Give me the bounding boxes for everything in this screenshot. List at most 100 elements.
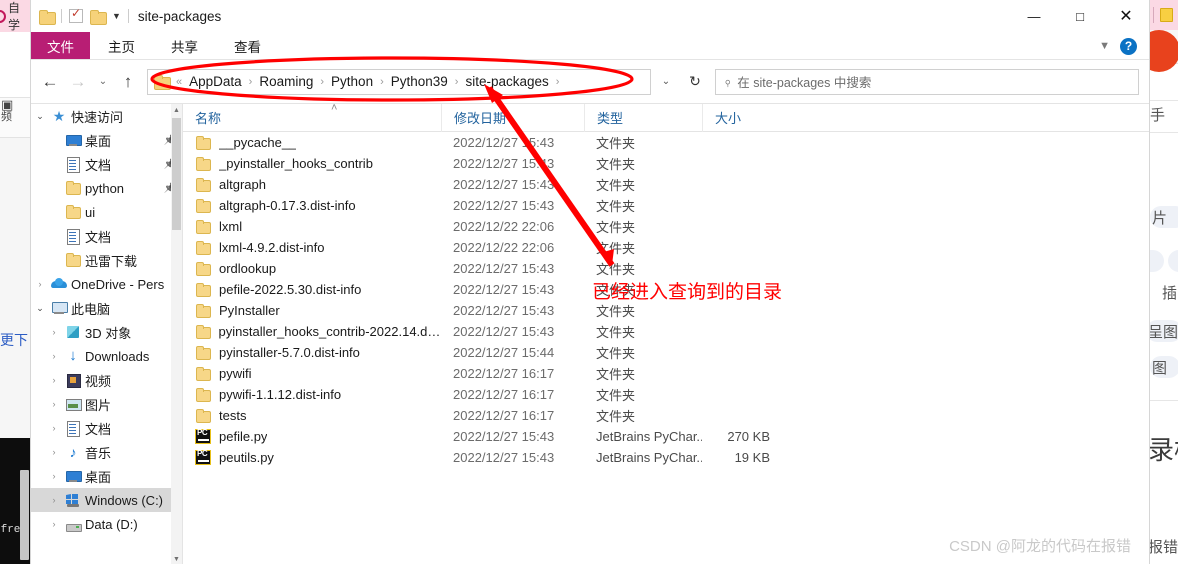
sidebar-item-4[interactable]: ui — [31, 200, 182, 224]
maximize-button[interactable]: □ — [1057, 0, 1103, 32]
chevron-right-icon[interactable]: › — [45, 447, 63, 457]
table-row[interactable]: lxml 2022/12/22 22:06 文件夹 — [183, 216, 1149, 237]
sidebar-item-5[interactable]: 文档 — [31, 224, 182, 248]
file-name-cell[interactable]: pyinstaller_hooks_contrib-2022.14.dis... — [183, 324, 441, 340]
file-name-cell[interactable]: lxml — [183, 219, 441, 235]
chevron-right-icon[interactable]: › — [45, 471, 63, 481]
tab-view[interactable]: 查看 — [216, 32, 279, 59]
chevron-right-icon[interactable]: › — [45, 375, 63, 385]
navpane-scrollbar-thumb[interactable] — [172, 118, 181, 230]
breadcrumb-roaming[interactable]: Roaming — [259, 74, 313, 89]
file-name-cell[interactable]: pefile.py — [183, 429, 441, 444]
tab-share[interactable]: 共享 — [153, 32, 216, 59]
minimize-button[interactable]: — — [1011, 0, 1057, 32]
forward-button[interactable]: → — [65, 69, 91, 95]
bg-left-scrollbar-thumb[interactable] — [20, 470, 29, 560]
chevron-down-icon[interactable]: ▼ — [112, 11, 121, 21]
table-row[interactable]: pywifi 2022/12/27 16:17 文件夹 — [183, 363, 1149, 384]
chevron-right-icon[interactable]: › — [31, 279, 49, 289]
chevron-right-icon[interactable]: › — [45, 423, 63, 433]
close-button[interactable]: ✕ — [1103, 0, 1149, 32]
bg-right-item-3[interactable]: 呈图 — [1148, 321, 1178, 342]
table-row[interactable]: peutils.py 2022/12/27 15:43 JetBrains PyCh… — [183, 447, 1149, 468]
sidebar-item-6[interactable]: 迅雷下载 — [31, 248, 182, 272]
bg-right-item-4[interactable]: 图 — [1152, 357, 1167, 378]
address-dropdown-icon[interactable]: ⌄ — [653, 76, 679, 87]
sidebar-item-17[interactable]: › Data (D:) — [31, 512, 182, 536]
column-header-1[interactable]: 修改日期 — [441, 104, 584, 132]
breadcrumb-separator[interactable]: › — [377, 76, 387, 88]
bg-right-item-2[interactable]: 插 — [1162, 282, 1177, 303]
table-row[interactable]: pyinstaller-5.7.0.dist-info 2022/12/27 15… — [183, 342, 1149, 363]
breadcrumb-python[interactable]: Python — [331, 74, 373, 89]
chevron-down-icon[interactable]: ⌄ — [31, 303, 49, 314]
chevron-right-icon[interactable]: › — [45, 351, 63, 361]
sidebar-item-10[interactable]: › ↓ Downloads — [31, 344, 182, 368]
table-row[interactable]: tests 2022/12/27 16:17 文件夹 — [183, 405, 1149, 426]
sidebar-item-3[interactable]: python 📌 — [31, 176, 182, 200]
search-input[interactable]: 在 site-packages 中搜索 — [737, 72, 871, 91]
sidebar-item-1[interactable]: 桌面 📌 — [31, 128, 182, 152]
table-row[interactable]: pywifi-1.1.12.dist-info 2022/12/27 16:17 文… — [183, 384, 1149, 405]
bg-right-item-0[interactable]: 手 — [1150, 104, 1165, 125]
breadcrumb-overflow-icon[interactable]: « — [173, 76, 185, 88]
help-icon[interactable]: ? — [1120, 37, 1137, 55]
folder-icon[interactable] — [39, 9, 56, 25]
sidebar-item-8[interactable]: ⌄ 此电脑 — [31, 296, 182, 320]
file-name-cell[interactable]: altgraph-0.17.3.dist-info — [183, 198, 441, 214]
breadcrumb-separator[interactable]: › — [553, 76, 563, 88]
file-name-cell[interactable]: pywifi — [183, 366, 441, 382]
file-name-cell[interactable]: _pyinstaller_hooks_contrib — [183, 156, 441, 172]
sidebar-item-12[interactable]: › 图片 — [31, 392, 182, 416]
column-header-0[interactable]: 名称 ˄ — [183, 104, 441, 132]
table-row[interactable]: _pyinstaller_hooks_contrib 2022/12/27 15:… — [183, 153, 1149, 174]
properties-checkbox-icon[interactable] — [69, 6, 83, 23]
sidebar-item-2[interactable]: 文档 📌 — [31, 152, 182, 176]
chevron-right-icon[interactable]: › — [45, 399, 63, 409]
back-button[interactable]: ← — [37, 69, 63, 95]
breadcrumb-appdata[interactable]: AppData — [189, 74, 242, 89]
recent-locations-button[interactable]: ⌄ — [93, 69, 113, 95]
file-name-cell[interactable]: altgraph — [183, 177, 441, 193]
column-header-3[interactable]: 大小 — [702, 104, 784, 132]
bg-right-item-1[interactable]: 片 — [1152, 207, 1167, 228]
search-box[interactable]: ⌕ 在 site-packages 中搜索 — [715, 68, 1139, 95]
address-bar[interactable]: « AppData › Roaming › Python › Python39 … — [147, 68, 651, 95]
file-name-cell[interactable]: ordlookup — [183, 261, 441, 277]
bg-left-link[interactable]: 更下 — [0, 330, 30, 350]
scroll-down-arrow[interactable]: ▼ — [171, 553, 182, 564]
refresh-icon[interactable]: ↻ — [681, 73, 709, 90]
table-row[interactable]: pyinstaller_hooks_contrib-2022.14.dis...… — [183, 321, 1149, 342]
breadcrumb-separator[interactable]: › — [452, 76, 462, 88]
sidebar-item-11[interactable]: › 视频 — [31, 368, 182, 392]
table-row[interactable]: altgraph 2022/12/27 15:43 文件夹 — [183, 174, 1149, 195]
file-name-cell[interactable]: lxml-4.9.2.dist-info — [183, 240, 441, 256]
breadcrumb-separator[interactable]: › — [246, 76, 256, 88]
navpane-scrollbar[interactable]: ▲ ▼ — [171, 104, 182, 564]
scroll-up-arrow[interactable]: ▲ — [171, 104, 182, 117]
new-folder-icon[interactable] — [90, 9, 107, 25]
tab-home[interactable]: 主页 — [90, 32, 153, 59]
table-row[interactable]: ordlookup 2022/12/27 15:43 文件夹 — [183, 258, 1149, 279]
sidebar-item-15[interactable]: › 桌面 — [31, 464, 182, 488]
table-row[interactable]: __pycache__ 2022/12/27 15:43 文件夹 — [183, 132, 1149, 153]
sidebar-item-7[interactable]: › OneDrive - Pers — [31, 272, 182, 296]
column-header-2[interactable]: 类型 — [584, 104, 702, 132]
sidebar-item-0[interactable]: ⌄ ★ 快速访问 — [31, 104, 182, 128]
table-row[interactable]: pefile.py 2022/12/27 15:43 JetBrains PyCha… — [183, 426, 1149, 447]
chevron-right-icon[interactable]: › — [45, 327, 63, 337]
table-row[interactable]: lxml-4.9.2.dist-info 2022/12/22 22:06 文件夹 — [183, 237, 1149, 258]
file-name-cell[interactable]: pefile-2022.5.30.dist-info — [183, 282, 441, 298]
breadcrumb-separator[interactable]: › — [317, 76, 327, 88]
chevron-down-icon[interactable]: ⌄ — [31, 111, 49, 122]
file-name-cell[interactable]: peutils.py — [183, 450, 441, 465]
chevron-right-icon[interactable]: › — [45, 519, 63, 529]
file-name-cell[interactable]: PyInstaller — [183, 303, 441, 319]
file-name-cell[interactable]: __pycache__ — [183, 135, 441, 151]
chevron-right-icon[interactable]: › — [45, 495, 63, 505]
chevron-down-icon[interactable]: ▼ — [1099, 40, 1110, 52]
file-name-cell[interactable]: tests — [183, 408, 441, 424]
file-name-cell[interactable]: pywifi-1.1.12.dist-info — [183, 387, 441, 403]
up-button[interactable]: ↑ — [115, 69, 141, 95]
sidebar-item-13[interactable]: › 文档 — [31, 416, 182, 440]
